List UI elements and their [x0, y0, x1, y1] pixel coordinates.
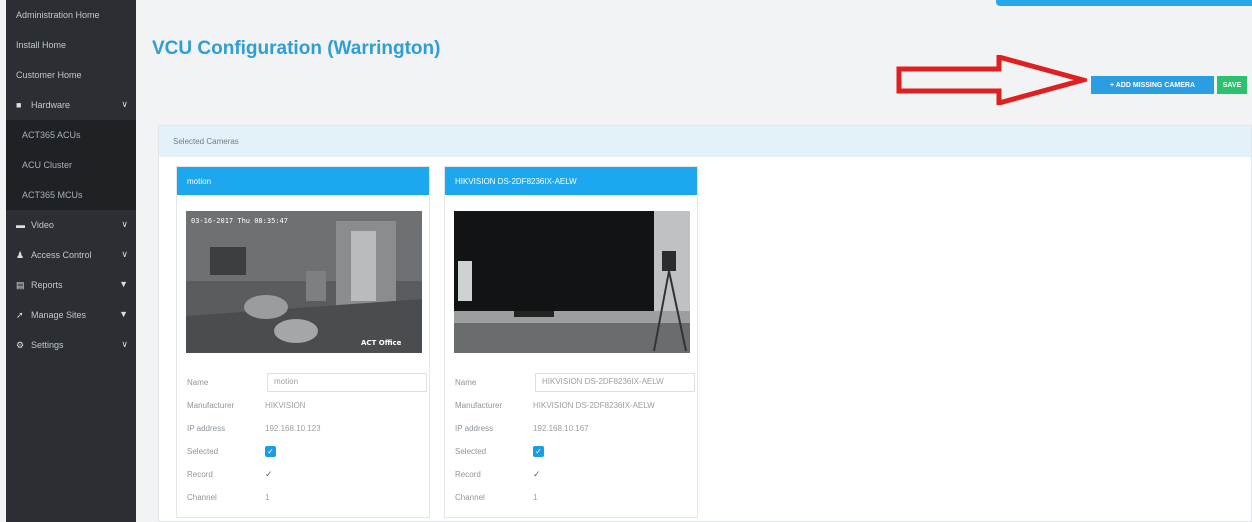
field-label: Channel: [455, 493, 485, 502]
add-missing-camera-button[interactable]: + ADD MISSING CAMERA: [1091, 76, 1214, 94]
chevron-down-icon: ∨: [121, 249, 128, 259]
camera-details: Name motion Manufacturer HIKVISION IP ad…: [187, 371, 427, 509]
camera-selected-row: Selected ✓: [187, 440, 425, 463]
manufacturer-value: HIKVISION: [265, 401, 306, 410]
field-label: IP address: [187, 424, 226, 433]
sidebar-item-video[interactable]: ▬ Video ∨: [6, 210, 136, 240]
chevron-down-icon: ∨: [121, 339, 128, 349]
camera-record-row: Record ✓: [455, 463, 693, 486]
record-checkbox[interactable]: ✓: [265, 469, 273, 480]
sidebar-item-acu-cluster[interactable]: ACU Cluster: [6, 150, 136, 180]
field-label: Record: [187, 470, 213, 479]
top-accent-bar: [996, 0, 1252, 6]
sidebar-item-label: ACU Cluster: [22, 160, 73, 170]
sidebar-item-customer-home[interactable]: Customer Home: [6, 60, 136, 90]
field-label: Selected: [455, 447, 487, 456]
panel-title: Selected Cameras: [159, 126, 1251, 157]
record-checkbox[interactable]: ✓: [533, 469, 541, 480]
sidebar-item-reports[interactable]: ▤ Reports ▼: [6, 270, 136, 300]
sidebar-submenu-hardware: ACT365 ACUs ACU Cluster ACT365 MCUs: [6, 120, 136, 210]
camera-name-input[interactable]: motion: [267, 373, 427, 392]
field-label: Record: [455, 470, 481, 479]
gear-icon: ⚙: [16, 339, 25, 350]
camera-caption-overlay: ACT Office: [361, 339, 402, 347]
ip-value: 192.168.10.167: [533, 424, 589, 433]
server-icon: ■: [16, 100, 22, 110]
chevron-down-icon: ▼: [119, 309, 128, 319]
arrow-annotation-icon: [896, 55, 1087, 105]
save-button[interactable]: SAVE: [1217, 76, 1247, 94]
page: Administration Home Install Home Custome…: [0, 0, 1252, 522]
camera-selected-row: Selected ✓: [455, 440, 693, 463]
chevron-down-icon: ▼: [119, 279, 128, 289]
field-label: Name: [187, 378, 209, 387]
sidebar-item-label: Access Control: [31, 250, 92, 260]
camera-card: motion 03-16-2017 Thu 08:35:47 ACT Offic…: [176, 166, 430, 518]
field-label: Manufacturer: [187, 401, 235, 410]
sidebar-item-label: ACT365 ACUs: [22, 130, 81, 140]
selected-checkbox[interactable]: ✓: [265, 446, 276, 457]
camera-card-title: motion: [177, 167, 429, 195]
camera-timestamp-overlay: 03-16-2017 Thu 08:35:47: [191, 217, 288, 225]
sidebar-item-label: Install Home: [16, 40, 67, 50]
manufacturer-value: HIKVISION DS-2DF8236IX-AELW: [533, 401, 655, 410]
camera-details: Name HIKVISION DS-2DF8236IX-AELW Manufac…: [455, 371, 695, 509]
field-label: Manufacturer: [455, 401, 503, 410]
channel-value: 1: [533, 493, 538, 502]
sidebar-item-label: Administration Home: [16, 10, 100, 20]
sidebar-item-acus[interactable]: ACT365 ACUs: [6, 120, 136, 150]
channel-value: 1: [265, 493, 270, 502]
sidebar-item-access-control[interactable]: ♟ Access Control ∨: [6, 240, 136, 270]
sidebar-item-mcus[interactable]: ACT365 MCUs: [6, 180, 136, 210]
ip-value: 192.168.10.123: [265, 424, 321, 433]
field-label: Selected: [187, 447, 219, 456]
sidebar-item-label: Reports: [31, 280, 63, 290]
chevron-down-icon: ∨: [121, 219, 128, 229]
sidebar-item-settings[interactable]: ⚙ Settings ∨: [6, 330, 136, 360]
camera-card-title: HIKVISION DS-2DF8236IX-AELW: [445, 167, 697, 195]
camera-record-row: Record ✓: [187, 463, 425, 486]
sidebar-item-label: ACT365 MCUs: [22, 190, 83, 200]
selected-checkbox[interactable]: ✓: [533, 446, 544, 457]
camera-name-row: Name motion: [187, 371, 427, 394]
camera-ip-row: IP address 192.168.10.123: [187, 417, 425, 440]
camera-channel-row: Channel 1: [455, 486, 693, 509]
camera-name-row: Name HIKVISION DS-2DF8236IX-AELW: [455, 371, 695, 394]
field-label: Name: [455, 378, 477, 387]
page-title: VCU Configuration (Warrington): [152, 38, 441, 59]
sidebar: Administration Home Install Home Custome…: [6, 0, 136, 522]
sidebar-item-label: Hardware: [31, 100, 71, 110]
sidebar-item-hardware[interactable]: ■ Hardware ∨: [6, 90, 136, 120]
camera-icon: ▬: [16, 220, 25, 230]
chevron-down-icon: ∨: [121, 99, 128, 109]
sidebar-item-label: Settings: [31, 340, 64, 350]
sidebar-item-install-home[interactable]: Install Home: [6, 30, 136, 60]
camera-manufacturer-row: Manufacturer HIKVISION: [187, 394, 425, 417]
wrench-icon: ➚: [16, 309, 24, 320]
field-label: Channel: [187, 493, 217, 502]
camera-card: HIKVISION DS-2DF8236IX-AELW Name HIKVISI…: [444, 166, 698, 518]
report-icon: ▤: [16, 279, 25, 290]
sidebar-item-label: Video: [31, 220, 54, 230]
sidebar-item-label: Manage Sites: [31, 310, 87, 320]
sidebar-item-label: Customer Home: [16, 70, 82, 80]
camera-preview-image: 03-16-2017 Thu 08:35:47 ACT Office: [186, 211, 422, 353]
camera-name-input[interactable]: HIKVISION DS-2DF8236IX-AELW: [535, 373, 695, 392]
camera-channel-row: Channel 1: [187, 486, 425, 509]
sidebar-item-administration-home[interactable]: Administration Home: [6, 0, 136, 30]
user-icon: ♟: [16, 249, 25, 260]
camera-ip-row: IP address 192.168.10.167: [455, 417, 693, 440]
sidebar-item-manage-sites[interactable]: ➚ Manage Sites ▼: [6, 300, 136, 330]
field-label: IP address: [455, 424, 494, 433]
camera-manufacturer-row: Manufacturer HIKVISION DS-2DF8236IX-AELW: [455, 394, 693, 417]
camera-preview-image: [454, 211, 690, 353]
